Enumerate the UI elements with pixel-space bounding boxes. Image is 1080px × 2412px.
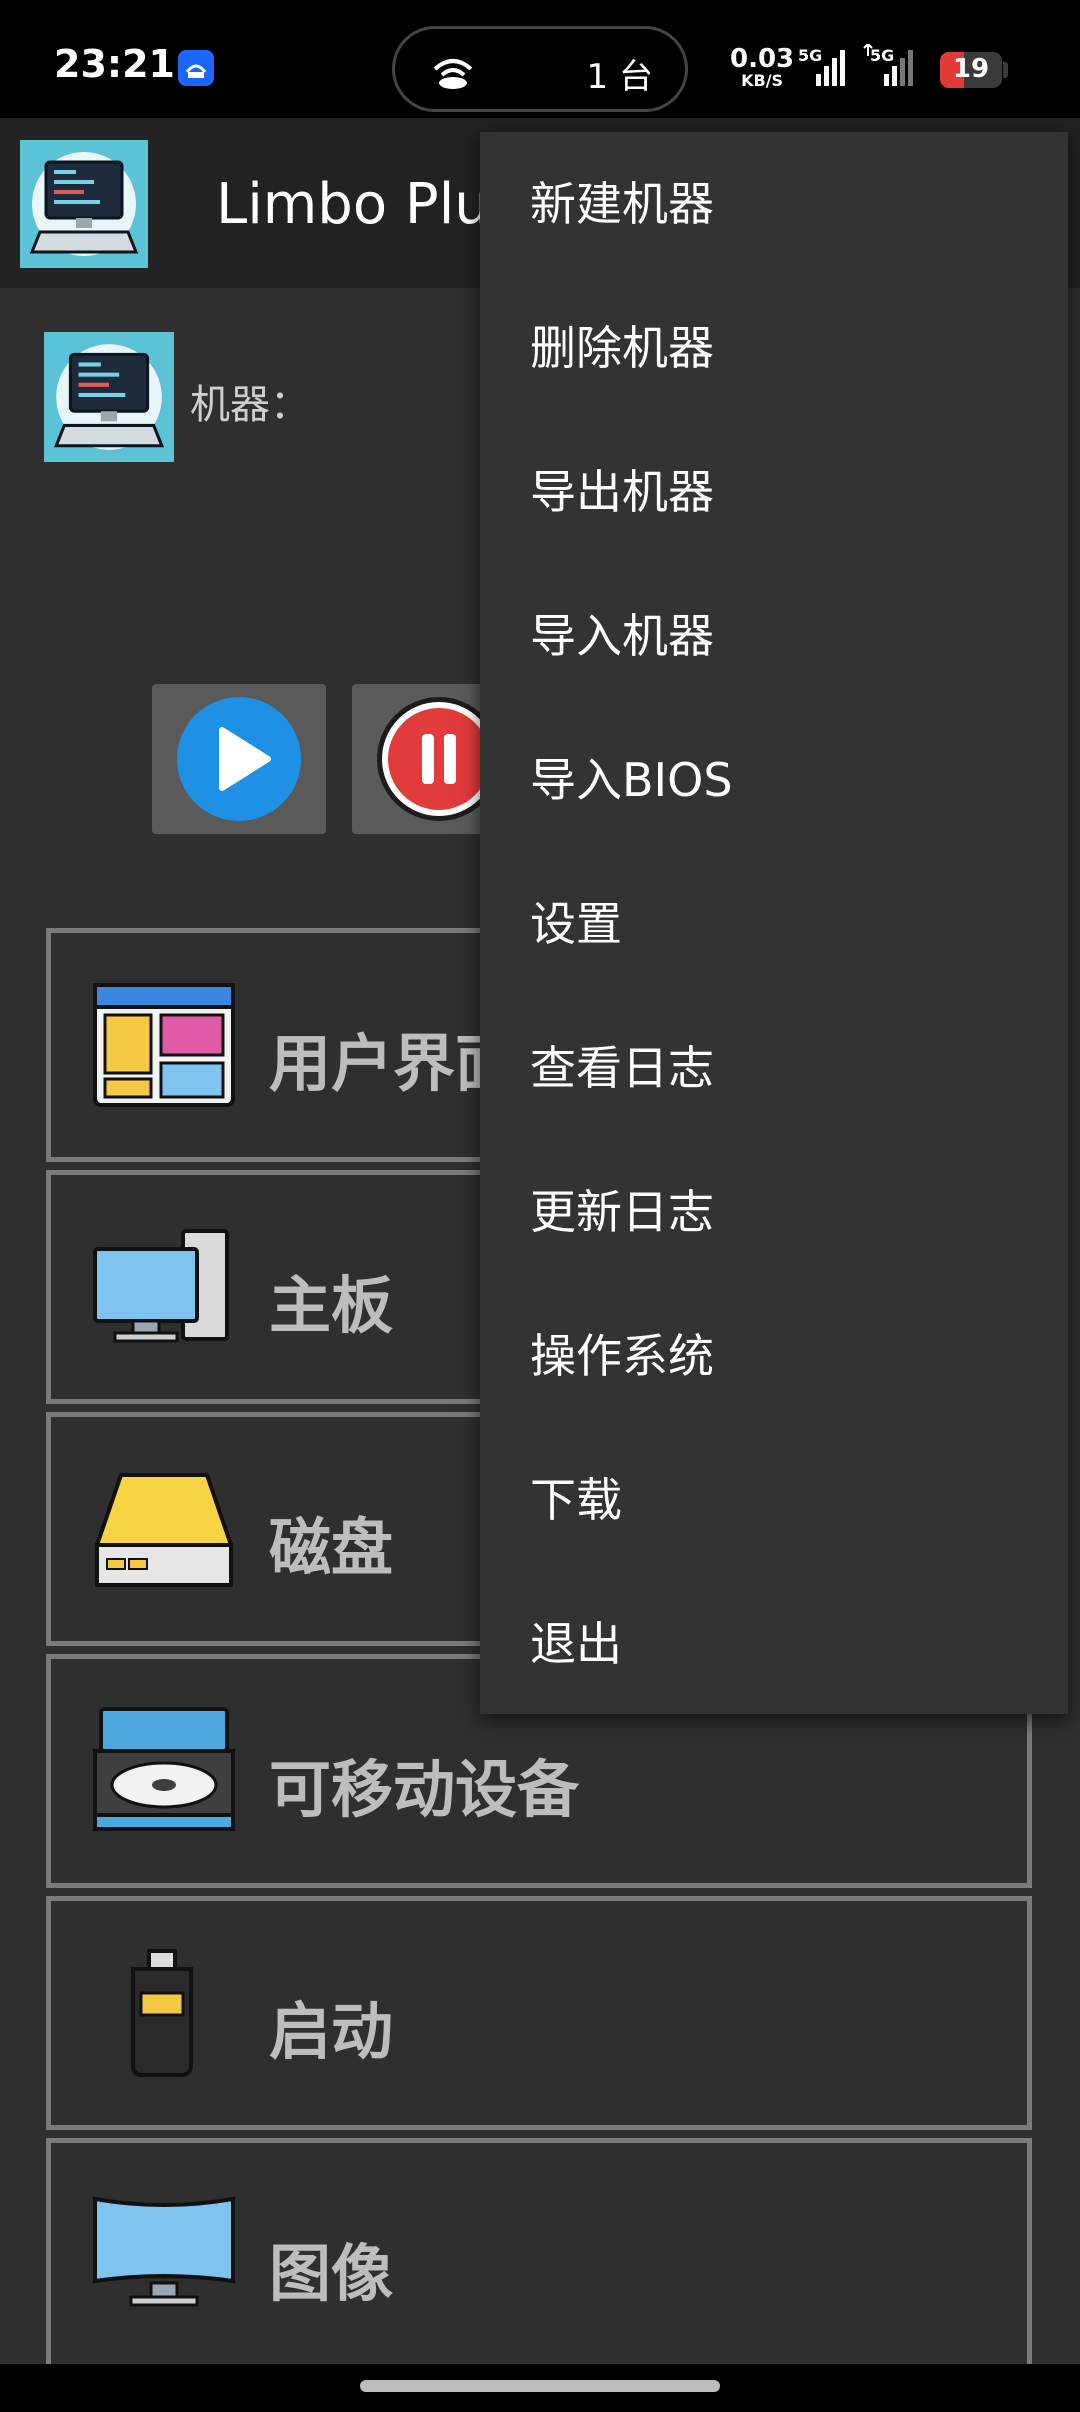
section-label: 可移动设备 bbox=[269, 1753, 580, 1826]
status-bar: 23:21 1 台 0.03 KB/S 5G 5G 19 bbox=[0, 0, 1080, 118]
ui-window-icon bbox=[91, 981, 237, 1109]
app-notification-icon bbox=[178, 50, 214, 86]
menu-item-export-machine[interactable]: 导出机器 bbox=[480, 420, 1068, 564]
menu-item-operating-system[interactable]: 操作系统 bbox=[480, 1284, 1068, 1428]
menu-item-view-log[interactable]: 查看日志 bbox=[480, 996, 1068, 1140]
section-label: 主板 bbox=[269, 1269, 394, 1342]
machine-label: 机器： bbox=[190, 382, 310, 428]
signal-strength-2-icon: 5G bbox=[862, 42, 918, 94]
signal2-label: 5G bbox=[870, 46, 895, 65]
menu-item-import-machine[interactable]: 导入机器 bbox=[480, 564, 1068, 708]
usb-drive-icon bbox=[91, 1949, 237, 2077]
hotspot-icon bbox=[429, 55, 477, 93]
home-gesture-handle[interactable] bbox=[360, 2380, 720, 2392]
battery-level: 19 bbox=[952, 54, 990, 84]
monitor-icon bbox=[91, 2191, 237, 2319]
menu-item-changelog[interactable]: 更新日志 bbox=[480, 1140, 1068, 1284]
cd-drive-icon bbox=[91, 1707, 237, 1835]
menu-item-exit[interactable]: 退出 bbox=[480, 1572, 1068, 1716]
network-speed: 0.03 KB/S bbox=[730, 46, 794, 92]
app-logo-icon bbox=[20, 140, 148, 268]
menu-item-delete-machine[interactable]: 删除机器 bbox=[480, 276, 1068, 420]
hotspot-count: 1 台 bbox=[586, 57, 653, 97]
battery-icon: 19 bbox=[940, 52, 1002, 88]
menu-item-settings[interactable]: 设置 bbox=[480, 852, 1068, 996]
desktop-computer-icon bbox=[91, 1223, 237, 1351]
signal1-label: 5G bbox=[798, 46, 823, 65]
signal-strength-icon: 5G bbox=[798, 44, 848, 94]
battery-tip bbox=[1003, 62, 1008, 78]
status-time: 23:21 bbox=[54, 42, 175, 86]
app-title: Limbo Plus bbox=[216, 172, 519, 237]
section-boot[interactable]: 启动 bbox=[46, 1896, 1032, 2130]
section-label: 启动 bbox=[269, 1995, 394, 2068]
play-circle-icon bbox=[177, 697, 301, 821]
hard-disk-icon bbox=[91, 1465, 237, 1593]
overflow-menu: 新建机器 删除机器 导出机器 导入机器 导入BIOS 设置 查看日志 更新日志 … bbox=[480, 132, 1068, 1714]
menu-item-new-machine[interactable]: 新建机器 bbox=[480, 132, 1068, 276]
section-label: 图像 bbox=[269, 2237, 394, 2310]
machine-icon bbox=[44, 332, 174, 462]
hotspot-pill[interactable]: 1 台 bbox=[392, 26, 688, 112]
menu-item-import-bios[interactable]: 导入BIOS bbox=[480, 708, 1068, 852]
start-vm-button[interactable] bbox=[152, 684, 326, 834]
section-label: 磁盘 bbox=[269, 1511, 394, 1584]
menu-item-download[interactable]: 下载 bbox=[480, 1428, 1068, 1572]
section-display[interactable]: 图像 bbox=[46, 2138, 1032, 2378]
